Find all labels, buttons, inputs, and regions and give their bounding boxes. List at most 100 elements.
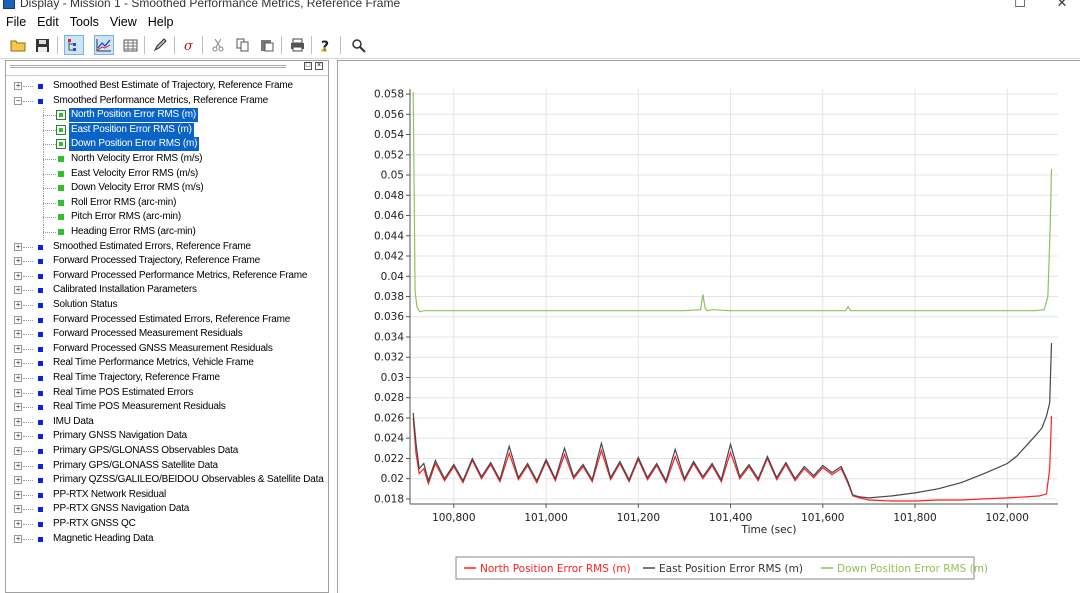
panel-restore-button[interactable]: □: [304, 62, 312, 70]
tree-node[interactable]: + PP-RTX GNSS QC: [6, 517, 328, 532]
tree-node[interactable]: + Real Time Performance Metrics, Vehicle …: [6, 356, 328, 371]
help-icon[interactable]: ?: [315, 35, 335, 55]
menu-view[interactable]: View: [104, 12, 142, 30]
paste-icon[interactable]: [257, 35, 277, 55]
tree-leaf-label: Pitch Error RMS (arc-min): [71, 211, 182, 223]
expand-toggle-icon[interactable]: +: [14, 447, 22, 455]
legend-label[interactable]: Down Position Error RMS (m): [837, 563, 988, 575]
tree-node[interactable]: + Forward Processed Performance Metrics, …: [6, 269, 328, 284]
tree-leaf-item[interactable]: North Position Error RMS (m): [6, 108, 328, 124]
data-series-icon[interactable]: [58, 170, 64, 177]
expand-toggle-icon[interactable]: +: [14, 490, 22, 499]
cut-icon[interactable]: [208, 35, 228, 55]
copy-icon[interactable]: [233, 35, 253, 55]
tree-view-icon[interactable]: [64, 35, 84, 55]
data-series-icon[interactable]: [56, 124, 66, 135]
y-tick-label: 0.036: [374, 311, 404, 323]
tree-leaf-item[interactable]: East Velocity Error RMS (m/s): [6, 166, 328, 182]
tree-node-label: Real Time POS Measurement Residuals: [53, 401, 226, 413]
tree-node[interactable]: + Real Time Trajectory, Reference Frame: [6, 371, 328, 386]
zoom-icon[interactable]: [348, 35, 368, 55]
tree-leaf-item[interactable]: Down Position Error RMS (m): [6, 137, 328, 153]
tree-node[interactable]: + Smoothed Best Estimate of Trajectory, R…: [6, 79, 328, 94]
tree-node[interactable]: + Smoothed Estimated Errors, Reference Fr…: [6, 240, 328, 255]
expand-toggle-icon[interactable]: +: [14, 403, 22, 412]
tree-node[interactable]: + Forward Processed Estimated Errors, Ref…: [6, 313, 328, 328]
expand-toggle-icon[interactable]: +: [14, 461, 22, 470]
tree-leaf-item[interactable]: East Position Error RMS (m): [6, 122, 328, 138]
menu-tools[interactable]: Tools: [64, 12, 104, 30]
tree-node[interactable]: + Forward Processed Measurement Residuals: [6, 327, 328, 342]
pencil-icon[interactable]: [150, 35, 170, 55]
expand-toggle-icon[interactable]: +: [14, 534, 22, 543]
legend-label[interactable]: East Position Error RMS (m): [659, 563, 803, 575]
tree-leaf-item[interactable]: North Velocity Error RMS (m/s): [6, 152, 328, 167]
expand-toggle-icon[interactable]: +: [14, 301, 22, 309]
y-tick-label: 0.054: [374, 129, 404, 141]
expand-toggle-icon[interactable]: +: [14, 315, 22, 324]
chart-view-icon[interactable]: [94, 35, 114, 55]
tree-leaf-item[interactable]: Pitch Error RMS (arc-min): [6, 210, 328, 226]
tree-node[interactable]: − Smoothed Performance Metrics, Reference…: [6, 94, 328, 109]
expand-toggle-icon[interactable]: +: [14, 82, 22, 90]
menu-file[interactable]: File: [0, 12, 31, 30]
expand-toggle-icon[interactable]: +: [14, 417, 22, 426]
data-series-icon[interactable]: [56, 139, 66, 150]
expand-toggle-icon[interactable]: +: [14, 476, 22, 485]
tree-node[interactable]: + Real Time POS Estimated Errors: [6, 386, 328, 401]
expand-toggle-icon[interactable]: +: [14, 520, 22, 528]
expand-toggle-icon[interactable]: +: [14, 374, 22, 382]
menu-edit[interactable]: Edit: [31, 12, 64, 30]
folder-node-icon: [38, 288, 43, 294]
tree-node[interactable]: + PP-RTX GNSS Navigation Data: [6, 502, 328, 517]
tree-node[interactable]: + IMU Data: [6, 415, 328, 430]
expand-toggle-icon[interactable]: +: [14, 388, 22, 397]
expand-toggle-icon[interactable]: +: [14, 286, 22, 295]
menu-help[interactable]: Help: [142, 12, 179, 30]
tree-node[interactable]: + Magnetic Heading Data: [6, 532, 328, 547]
panel-close-button[interactable]: ×: [315, 62, 323, 70]
table-view-icon[interactable]: [120, 35, 140, 55]
tree-node[interactable]: + Primary GNSS Navigation Data: [6, 429, 328, 444]
data-series-icon[interactable]: [58, 185, 64, 192]
tree-node[interactable]: + Primary GPS/GLONASS Satellite Data: [6, 459, 328, 474]
tree-node[interactable]: + Primary GPS/GLONASS Observables Data: [6, 444, 328, 459]
expand-toggle-icon[interactable]: +: [14, 432, 22, 441]
expand-toggle-icon[interactable]: +: [14, 271, 22, 280]
tree-node[interactable]: + PP-RTX Network Residual: [6, 488, 328, 503]
tree-leaf-label: East Position Error RMS (m): [69, 122, 194, 137]
legend-label[interactable]: North Position Error RMS (m): [480, 563, 631, 575]
tree-node[interactable]: + Primary QZSS/GALILEO/BEIDOU Observables…: [6, 473, 328, 488]
expand-toggle-icon[interactable]: +: [14, 344, 22, 353]
panel-grip[interactable]: [10, 65, 286, 68]
tree-node[interactable]: + Calibrated Installation Parameters: [6, 283, 328, 298]
maximize-button[interactable]: ☐: [1010, 0, 1030, 11]
tree-node[interactable]: + Forward Processed GNSS Measurement Resi…: [6, 342, 328, 357]
tree-node[interactable]: + Solution Status: [6, 298, 328, 313]
tree-node[interactable]: + Forward Processed Trajectory, Reference…: [6, 254, 328, 269]
tree-leaf-item[interactable]: Heading Error RMS (arc-min): [6, 225, 328, 240]
tree-leaf-item[interactable]: Down Velocity Error RMS (m/s): [6, 181, 328, 197]
data-series-icon[interactable]: [58, 156, 64, 162]
data-series-icon[interactable]: [58, 229, 64, 235]
tree-node[interactable]: + Real Time POS Measurement Residuals: [6, 400, 328, 415]
sigma-icon[interactable]: σ: [179, 35, 199, 55]
open-folder-icon[interactable]: [8, 35, 28, 55]
expand-toggle-icon[interactable]: +: [14, 257, 22, 266]
expand-toggle-icon[interactable]: +: [14, 242, 22, 251]
expand-toggle-icon[interactable]: +: [14, 359, 22, 368]
close-button[interactable]: ✕: [1052, 0, 1072, 11]
expand-toggle-icon[interactable]: +: [14, 505, 22, 514]
expand-toggle-icon[interactable]: −: [14, 96, 22, 105]
line-chart[interactable]: 0.018 0.02 0.022 0.024 0.026 0.028 0.03 0.032 0.…: [338, 61, 1080, 593]
x-tick-label: 101,200: [617, 512, 660, 524]
tree-leaf-item[interactable]: Roll Error RMS (arc-min): [6, 195, 328, 211]
data-series-icon[interactable]: [56, 110, 66, 121]
expand-toggle-icon[interactable]: +: [14, 330, 22, 339]
chart-panel: 0.018 0.02 0.022 0.024 0.026 0.028 0.03 0.032 0.…: [337, 60, 1080, 593]
tree-node-label: Primary GNSS Navigation Data: [53, 430, 187, 442]
data-series-icon[interactable]: [58, 199, 64, 206]
data-series-icon[interactable]: [58, 214, 64, 221]
print-icon[interactable]: [287, 35, 307, 55]
save-icon[interactable]: [32, 35, 52, 55]
